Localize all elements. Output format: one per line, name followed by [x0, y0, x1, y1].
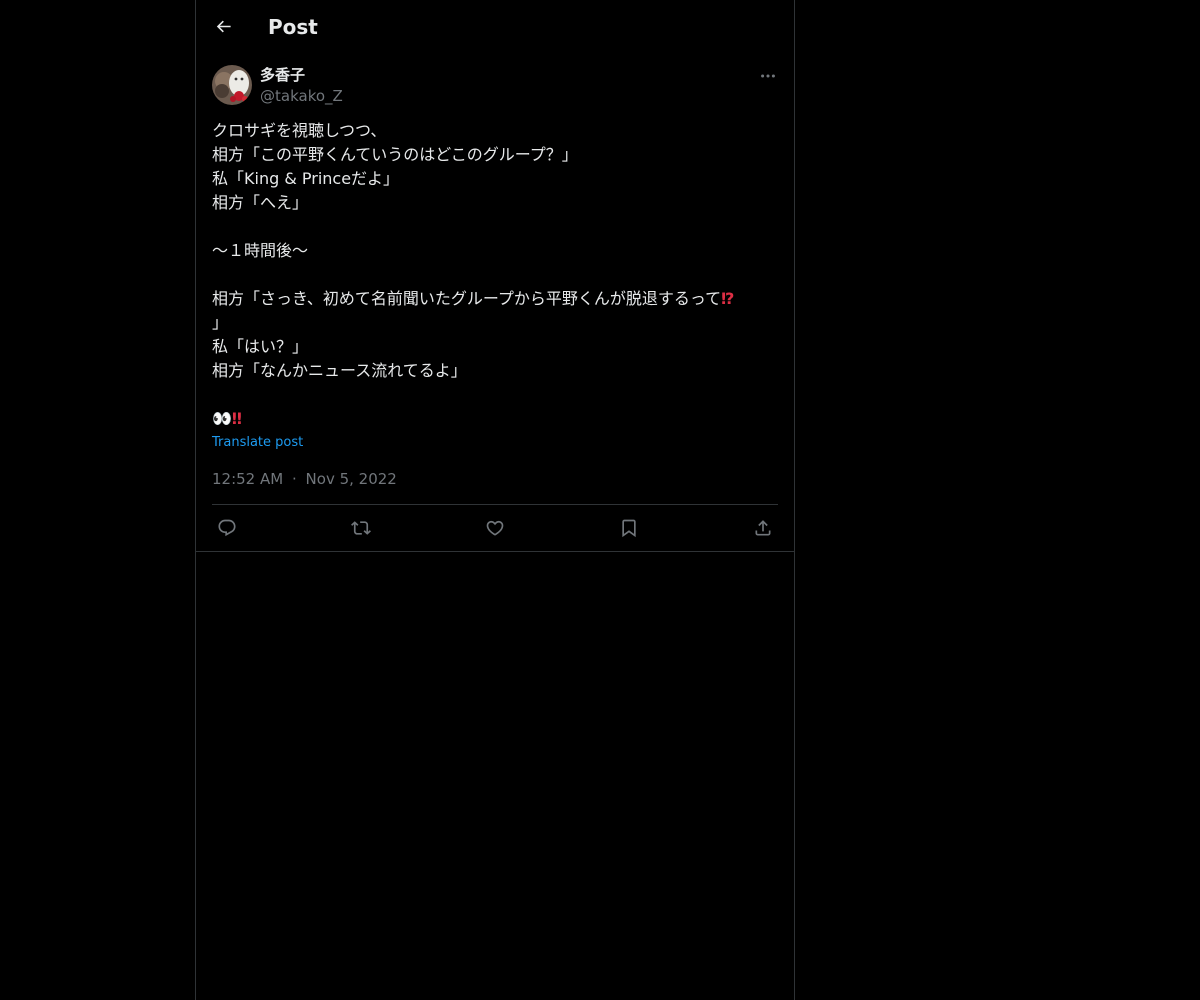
post-emoji-line: 👀‼	[212, 407, 778, 431]
repost-icon	[351, 521, 371, 535]
post-timestamp: 12:52 AM · Nov 5, 2022	[212, 468, 397, 490]
post-line: 相方「なんかニュース流れてるよ」	[212, 361, 467, 380]
translate-post-link[interactable]: Translate post	[212, 434, 303, 452]
post-line: 」	[212, 313, 229, 332]
post-line	[212, 263, 778, 287]
divider	[196, 551, 794, 552]
timestamp-separator: ·	[291, 470, 297, 488]
page-title: Post	[268, 15, 318, 39]
post-author: 多香子 @takako_Z	[260, 64, 343, 106]
reply-icon	[218, 519, 236, 537]
like-button[interactable]	[484, 517, 506, 539]
arrow-left-icon	[216, 20, 231, 32]
share-icon	[755, 520, 771, 536]
post-line-with-emoji: 相方「さっき、初めて名前聞いたグループから平野くんが脱退するって⁉	[212, 287, 778, 311]
heart-icon	[486, 520, 504, 536]
share-button[interactable]	[752, 517, 774, 539]
post-line: 私「King & Princeだよ」	[212, 169, 400, 188]
avatar-photo	[212, 65, 252, 105]
post-time[interactable]: 12:52 AM	[212, 470, 283, 488]
post-line	[212, 215, 778, 239]
more-button[interactable]	[758, 66, 778, 86]
post-line: クロサギを視聴しつつ、	[212, 121, 387, 140]
reply-button[interactable]	[216, 517, 238, 539]
more-horizontal-icon	[761, 74, 775, 78]
post-text: クロサギを視聴しつつ、 相方「この平野くんていうのはどこのグループ？」 私「Ki…	[212, 119, 778, 431]
post-action-bar	[212, 505, 778, 551]
author-handle[interactable]: @takako_Z	[260, 86, 343, 106]
page-header: Post	[196, 0, 794, 53]
avatar[interactable]	[212, 65, 252, 105]
eyes-emoji: 👀	[212, 409, 232, 428]
repost-button[interactable]	[350, 517, 372, 539]
post-line: 相方「へえ」	[212, 193, 309, 212]
post-date[interactable]: Nov 5, 2022	[306, 470, 397, 488]
post-line-text: 相方「さっき、初めて名前聞いたグループから平野くんが脱退するって	[212, 289, 722, 308]
bookmark-icon	[622, 519, 636, 538]
post-line	[212, 383, 778, 407]
double-exclamation-emoji: ‼	[231, 409, 242, 428]
interrobang-emoji: ⁉	[721, 289, 735, 308]
back-button[interactable]	[206, 9, 240, 43]
bookmark-button[interactable]	[618, 517, 640, 539]
post-line: 〜１時間後〜	[212, 241, 309, 260]
post-line: 相方「この平野くんていうのはどこのグループ？」	[212, 145, 578, 164]
timeline-column: Post 多香子 @takako_Z クロサギを視聴しつつ、 相方「この平野くん…	[195, 0, 795, 1000]
author-display-name[interactable]: 多香子	[260, 64, 343, 86]
post-line: 私「はい？」	[212, 337, 309, 356]
